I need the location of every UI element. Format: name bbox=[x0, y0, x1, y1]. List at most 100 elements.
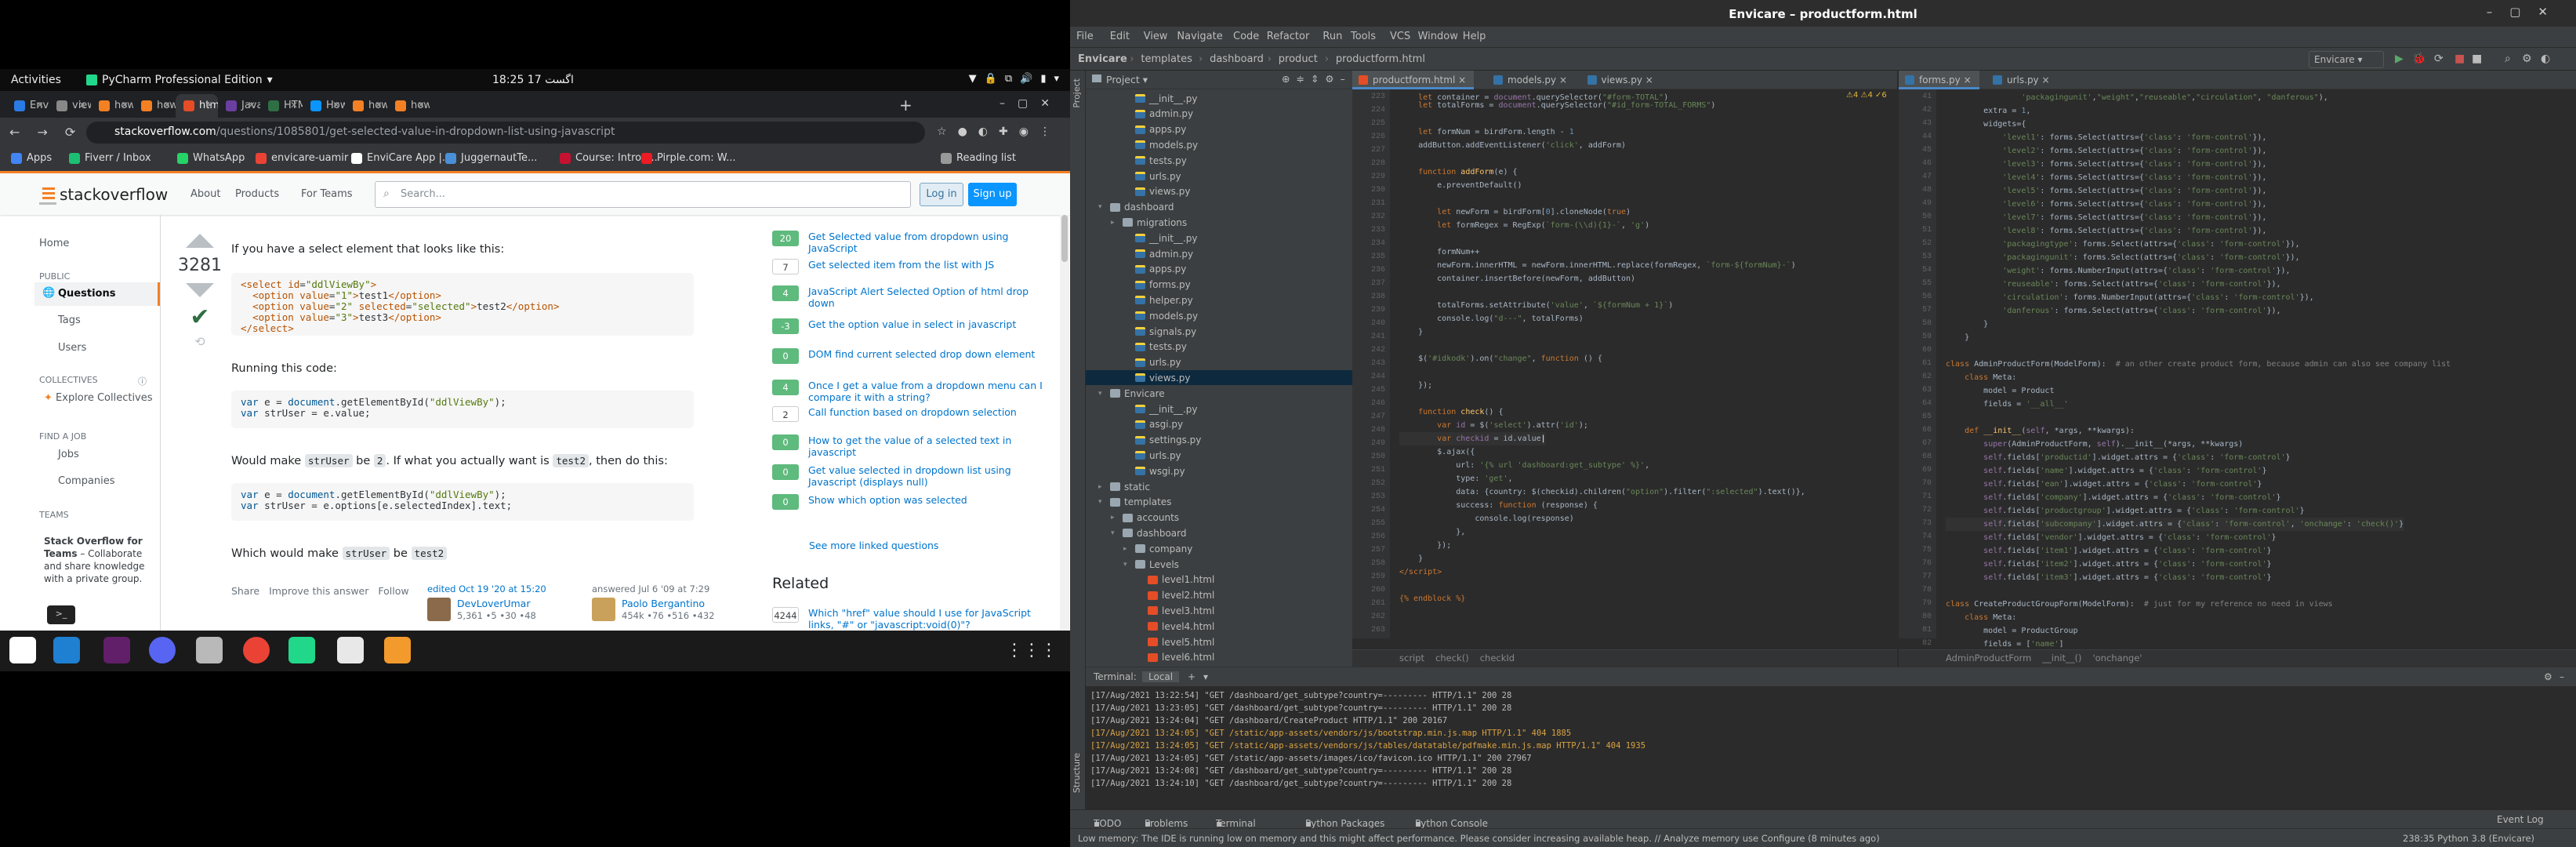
menu-edit[interactable]: Edit bbox=[1110, 31, 1130, 42]
follow-link[interactable]: Follow bbox=[378, 585, 408, 597]
window-controls[interactable]: –▢✕ bbox=[2487, 5, 2565, 19]
tree-item[interactable]: ▾ dashboard bbox=[1111, 525, 1186, 540]
close-icon[interactable]: ✕ bbox=[163, 100, 171, 111]
browser-tab[interactable]: how to✕ bbox=[387, 94, 430, 118]
tree-item[interactable]: ▸ static bbox=[1098, 479, 1150, 494]
tree-item[interactable]: views.py bbox=[1086, 370, 1352, 386]
close-icon[interactable]: ✕ bbox=[290, 100, 298, 111]
tree-item[interactable]: __init__.py bbox=[1123, 91, 1198, 106]
tree-item[interactable]: signals.py bbox=[1123, 324, 1196, 339]
settings-icon[interactable]: ⚙ bbox=[2522, 53, 2532, 65]
nav-for-teams[interactable]: For Teams bbox=[301, 188, 353, 200]
linked-question[interactable]: 2 Call function based on dropdown selecti… bbox=[772, 406, 1054, 438]
close-icon[interactable]: × bbox=[1642, 75, 1653, 85]
structure-tool-tab[interactable]: Structure bbox=[1072, 753, 1082, 793]
menu-tools[interactable]: Tools bbox=[1351, 31, 1376, 42]
profile-icon[interactable]: ◉ bbox=[1019, 125, 1029, 138]
browser-tab[interactable]: EnviCa✕ bbox=[6, 94, 49, 118]
close-icon[interactable]: × bbox=[1556, 75, 1567, 85]
extension-icon[interactable]: ● bbox=[958, 125, 967, 138]
tree-item[interactable]: __init__.py bbox=[1123, 231, 1198, 245]
project-tool-tab[interactable]: Project bbox=[1072, 78, 1082, 108]
sublime-icon[interactable] bbox=[384, 637, 411, 663]
tree-item[interactable]: ▾ Levels bbox=[1123, 557, 1179, 572]
menu-run[interactable]: Run bbox=[1322, 31, 1342, 42]
tree-item[interactable]: level3.html bbox=[1136, 603, 1214, 618]
bookmark[interactable]: Reading list bbox=[941, 152, 1016, 164]
clock[interactable]: 18:25 اگست 17 bbox=[492, 74, 574, 86]
tree-item[interactable]: tests.py bbox=[1123, 340, 1187, 354]
linked-question[interactable]: 4 JavaScript Alert Selected Option of htm… bbox=[772, 285, 1054, 317]
status-message[interactable]: Low memory: The IDE is running low on me… bbox=[1078, 833, 1880, 844]
activities-button[interactable]: Activities bbox=[11, 74, 61, 86]
avatar[interactable] bbox=[427, 598, 451, 621]
menu-icon[interactable]: ⋮ bbox=[1039, 125, 1050, 138]
editor-tab[interactable]: views.py × bbox=[1581, 71, 1661, 89]
code-breadcrumb[interactable]: 'onchange' bbox=[2092, 653, 2142, 663]
user-name[interactable]: DevLoverUmar bbox=[457, 598, 530, 609]
tree-item[interactable]: urls.py bbox=[1123, 169, 1181, 184]
system-tray[interactable]: ▼ 🔒 ⧉ 🔊 ▮ ▾ bbox=[969, 73, 1059, 85]
login-button[interactable]: Log in bbox=[920, 183, 963, 206]
breadcrumb-item[interactable]: Envicare bbox=[1078, 53, 1127, 65]
code-breadcrumb[interactable]: AdminProductForm bbox=[1946, 653, 2031, 663]
editor-tab[interactable]: models.py × bbox=[1487, 71, 1575, 89]
browser-tab[interactable]: How to✕ bbox=[303, 94, 345, 118]
run-config-select[interactable]: Envicare ▾ bbox=[2309, 51, 2384, 68]
terminal-output[interactable]: [17/Aug/2021 13:22:54] "GET /dashboard/g… bbox=[1090, 689, 1645, 790]
menu-window[interactable]: Window bbox=[1418, 31, 1458, 42]
improve-link[interactable]: Improve this answer bbox=[269, 585, 368, 597]
browser-tab[interactable]: JavaS✕ bbox=[218, 94, 260, 118]
editor-tab[interactable]: productform.html × bbox=[1352, 71, 1475, 89]
close-icon[interactable]: ✕ bbox=[417, 100, 425, 111]
linked-question[interactable]: 0 Get value selected in dropdown list usi… bbox=[772, 464, 1054, 496]
tree-item[interactable]: apps.py bbox=[1123, 262, 1186, 277]
nav-products[interactable]: Products bbox=[235, 188, 279, 200]
bookmark[interactable]: Pirple.com: W... bbox=[641, 152, 736, 164]
reload-icon[interactable]: ⟳ bbox=[65, 125, 75, 140]
tree-item[interactable]: forms.py bbox=[1123, 278, 1191, 293]
upvote-icon[interactable] bbox=[186, 234, 214, 248]
pycharm-icon[interactable] bbox=[288, 637, 315, 663]
bookmark[interactable]: JuggernautTe... bbox=[445, 152, 537, 164]
coverage-icon[interactable]: ⟳ bbox=[2434, 53, 2444, 65]
chevron-down-icon[interactable]: ▾ bbox=[1203, 671, 1208, 682]
tree-item[interactable]: urls.py bbox=[1123, 355, 1181, 370]
share-link[interactable]: Share bbox=[231, 585, 259, 597]
nav-explore-collectives[interactable]: ✦ Explore Collectives bbox=[44, 392, 153, 404]
breadcrumb-item[interactable]: product bbox=[1279, 53, 1318, 65]
close-icon[interactable]: ✕ bbox=[332, 100, 340, 111]
app-grid-icon[interactable]: ⋮⋮⋮ bbox=[1006, 641, 1058, 660]
menu-code[interactable]: Code bbox=[1233, 31, 1259, 42]
project-toolbar-icons[interactable]: ⊕≑⇕⚙– bbox=[1282, 73, 1351, 85]
discord-icon[interactable] bbox=[149, 637, 176, 663]
tree-item[interactable]: ▸ accounts bbox=[1111, 511, 1179, 525]
window-controls[interactable]: –▢✕ bbox=[1000, 97, 1062, 110]
code-breadcrumb[interactable]: script bbox=[1399, 653, 1424, 663]
url-input[interactable]: stackoverflow.com/questions/1085801/get-… bbox=[86, 122, 925, 144]
files-icon[interactable] bbox=[196, 637, 223, 663]
tree-item[interactable]: level6.html bbox=[1136, 650, 1214, 665]
tree-item[interactable]: level1.html bbox=[1136, 573, 1214, 587]
browser-tab[interactable]: how to✕ bbox=[133, 94, 176, 118]
search-input[interactable]: ⌕ Search... bbox=[375, 181, 911, 208]
breadcrumb-item[interactable]: templates bbox=[1141, 53, 1192, 65]
browser-tab[interactable]: html se✕ bbox=[176, 94, 218, 118]
tree-item[interactable]: models.py bbox=[1123, 137, 1198, 152]
menu-view[interactable]: View bbox=[1144, 31, 1168, 42]
close-icon[interactable]: ✕ bbox=[121, 100, 129, 111]
menu-refactor[interactable]: Refactor bbox=[1267, 31, 1310, 42]
search-icon[interactable]: ⌕ bbox=[2505, 53, 2511, 65]
linked-question[interactable]: 20 Get Selected value from dropdown using… bbox=[772, 231, 1054, 262]
code-area-python[interactable]: 'packagingunit',"weight","reuseable","ci… bbox=[1946, 89, 2451, 649]
bookmark[interactable]: envicare-uamir bbox=[256, 152, 348, 164]
signup-button[interactable]: Sign up bbox=[968, 183, 1017, 206]
tree-item[interactable]: admin.py bbox=[1123, 107, 1193, 122]
stop-icon[interactable]: ■ bbox=[2472, 53, 2482, 65]
tree-item[interactable]: models.py bbox=[1123, 308, 1198, 323]
tree-item[interactable]: admin.py bbox=[1123, 246, 1193, 261]
menu-vcs[interactable]: VCS bbox=[1390, 31, 1410, 42]
tree-item[interactable]: ▾ dashboard bbox=[1098, 200, 1174, 215]
edited-date[interactable]: edited Oct 19 '20 at 15:20 bbox=[427, 583, 546, 594]
code-breadcrumb[interactable]: __init__() bbox=[2042, 653, 2081, 663]
